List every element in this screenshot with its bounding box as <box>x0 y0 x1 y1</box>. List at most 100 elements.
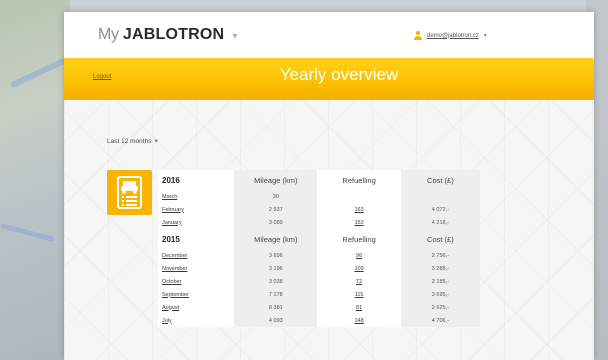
mileage-cell-cell: 4 093 <box>234 314 318 327</box>
refuelling-link[interactable]: 109 <box>355 266 364 272</box>
refuelling-header: Refuelling <box>317 170 401 190</box>
mileage-cell-cell: 3 696 <box>234 249 318 262</box>
yearly-overview-panel: My JABLOTRON ▾ demo@jablotron.cz ▾ Logou… <box>64 12 594 360</box>
refuelling-link-cell: 72 <box>317 275 401 288</box>
table-row: February 2 937 163 4 072,- <box>158 203 480 216</box>
cost-cell-cell: 4 218,- <box>400 216 480 229</box>
mileage-cell-cell: 7 178 <box>234 288 318 301</box>
mileage-cell: 4 093 <box>268 317 283 324</box>
table-row: March 30 <box>158 190 480 203</box>
cost-cell: 4 706,- <box>431 317 449 324</box>
period-label: Last 12 months <box>107 138 152 145</box>
mileage-cell: 2 937 <box>268 206 283 213</box>
chevron-down-icon: ▾ <box>483 33 487 39</box>
top-bar: My JABLOTRON ▾ demo@jablotron.cz ▾ <box>64 12 594 58</box>
main-content: Last 12 months ▾ 2016 Mileage (km) Refuelli… <box>64 100 594 360</box>
refuelling-link-cell: 152 <box>317 216 401 229</box>
refuelling-link-cell: 96 <box>317 249 401 262</box>
cost-cell: 2 185,- <box>431 278 449 285</box>
table-row: January 3 089 152 4 218,- <box>158 216 480 229</box>
user-icon <box>414 31 422 40</box>
mileage-cell: 8 381 <box>268 304 283 311</box>
mileage-cell-cell: 8 381 <box>234 301 318 314</box>
mileage-cell-cell: 3 038 <box>234 275 318 288</box>
mileage-cell: 7 178 <box>268 291 283 298</box>
overview-table: 2016 Mileage (km) Refuelling Cost (£) March 3… <box>158 170 480 327</box>
cost-cell-cell: 3 288,- <box>400 262 480 275</box>
mileage-cell-cell: 3 089 <box>234 216 318 229</box>
cost-cell: 3 288,- <box>431 265 449 272</box>
chevron-down-icon: ▾ <box>232 31 238 42</box>
month-link-cell: July <box>158 314 235 327</box>
month-link[interactable]: October <box>162 279 182 285</box>
refuelling-link[interactable]: 72 <box>356 279 362 285</box>
month-link-cell: January <box>158 216 235 229</box>
user-email[interactable]: demo@jablotron.cz <box>427 33 479 39</box>
refuelling-link[interactable]: 148 <box>355 318 364 324</box>
month-link-cell: March <box>158 190 235 203</box>
month-link[interactable]: December <box>162 253 187 259</box>
refuelling-link[interactable]: 163 <box>355 207 364 213</box>
year-label: 2015 <box>158 229 235 249</box>
header-bar: Logout Yearly overview <box>64 58 594 100</box>
cost-cell: 4 218,- <box>431 219 449 226</box>
refuelling-link-cell: 148 <box>317 314 401 327</box>
mileage-cell-cell: 3 196 <box>234 262 318 275</box>
table-row: November 3 196 109 3 288,- <box>158 262 480 275</box>
refuelling-link[interactable]: 152 <box>355 220 364 226</box>
chevron-down-icon: ▾ <box>154 138 158 145</box>
cost-cell-cell: 2 756,- <box>400 249 480 262</box>
month-link-cell: August <box>158 301 235 314</box>
month-link-cell: October <box>158 275 235 288</box>
cost-cell-cell: 2 185,- <box>400 275 480 288</box>
refuelling-link-cell: 81 <box>317 301 401 314</box>
month-link[interactable]: March <box>162 194 177 200</box>
cost-cell-cell: 4 072,- <box>400 203 480 216</box>
cost-cell-cell: 3 695,- <box>400 288 480 301</box>
month-link[interactable]: January <box>162 220 182 226</box>
cost-cell: 4 072,- <box>431 206 449 213</box>
cost-cell-cell <box>400 190 480 203</box>
mileage-cell: 3 196 <box>268 265 283 272</box>
month-link-cell: December <box>158 249 235 262</box>
month-link[interactable]: September <box>162 292 189 298</box>
period-select[interactable]: Last 12 months ▾ <box>107 137 158 145</box>
month-link-cell: November <box>158 262 235 275</box>
map-road <box>9 57 67 89</box>
map-road <box>0 222 55 243</box>
cost-header: Cost (£) <box>400 170 480 190</box>
cost-cell: 2 756,- <box>431 252 449 259</box>
mileage-header: Mileage (km) <box>234 229 318 249</box>
refuelling-header: Refuelling <box>317 229 401 249</box>
refuelling-link-cell: 109 <box>317 262 401 275</box>
mileage-header: Mileage (km) <box>234 170 318 190</box>
refuelling-link[interactable]: 96 <box>356 253 362 259</box>
refuelling-link[interactable]: 81 <box>356 305 362 311</box>
refuelling-link-cell: 163 <box>317 203 401 216</box>
month-link[interactable]: July <box>162 318 172 324</box>
mileage-cell-cell: 2 937 <box>234 203 318 216</box>
mileage-cell-cell: 30 <box>234 190 318 203</box>
refuelling-link[interactable]: 115 <box>355 292 364 298</box>
month-link[interactable]: November <box>162 266 187 272</box>
user-menu[interactable]: demo@jablotron.cz ▾ <box>414 31 487 40</box>
table-row: October 3 038 72 2 185,- <box>158 275 480 288</box>
month-link[interactable]: August <box>162 305 179 311</box>
cost-cell-cell: 4 706,- <box>400 314 480 327</box>
brand-menu[interactable]: My JABLOTRON ▾ <box>98 26 237 44</box>
cost-cell: 2 625,- <box>431 304 449 311</box>
mileage-cell: 30 <box>272 193 279 200</box>
mileage-cell: 3 089 <box>268 219 283 226</box>
refuelling-link-cell: 115 <box>317 288 401 301</box>
table-row: September 7 178 115 3 695,- <box>158 288 480 301</box>
mileage-cell: 3 038 <box>268 278 283 285</box>
cost-header: Cost (£) <box>400 229 480 249</box>
brand-prefix: My <box>98 26 119 43</box>
brand-name: JABLOTRON <box>122 26 225 43</box>
month-link-cell: February <box>158 203 235 216</box>
month-link[interactable]: February <box>162 207 184 213</box>
mileage-cell: 3 696 <box>268 252 283 259</box>
car-document-icon <box>107 170 152 215</box>
refuelling-link-cell <box>317 190 401 203</box>
table-row: August 8 381 81 2 625,- <box>158 301 480 314</box>
